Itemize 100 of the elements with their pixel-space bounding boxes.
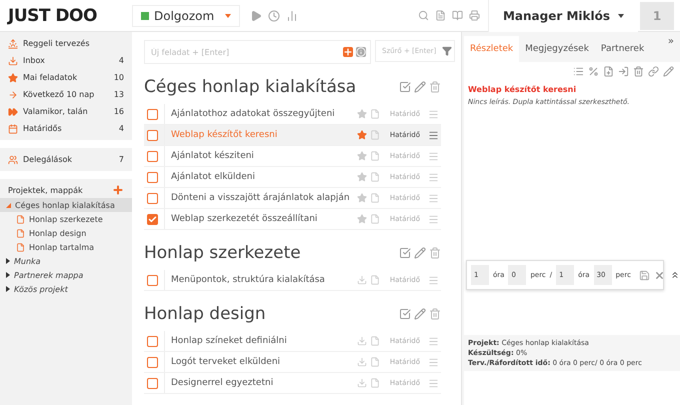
trash-icon[interactable] (429, 247, 441, 259)
note-icon[interactable] (370, 151, 380, 161)
link-icon[interactable] (648, 66, 659, 77)
project-item[interactable]: Közös projekt (0, 282, 132, 296)
list-title: Honlap szerkezete (144, 243, 301, 263)
menu-icon[interactable] (428, 130, 439, 140)
percent-icon[interactable] (588, 66, 599, 77)
project-item[interactable]: Partnerek mappa (0, 268, 132, 282)
item-count: 10 (114, 73, 124, 82)
item-count: 16 (114, 107, 124, 116)
item-count: 7 (118, 155, 124, 164)
item-count: 4 (118, 56, 124, 65)
task-checkbox[interactable] (147, 214, 158, 224)
inbox-icon[interactable] (356, 378, 367, 388)
search-icon[interactable] (418, 10, 429, 21)
folder-item[interactable]: Honlap tartalma (0, 240, 132, 254)
user-menu[interactable]: Manager Miklós (488, 0, 638, 32)
expand-button[interactable]: » (668, 36, 674, 47)
note-icon[interactable] (370, 109, 380, 119)
task-checkbox[interactable] (147, 356, 158, 368)
info-icon[interactable] (356, 47, 366, 57)
star-icon[interactable] (356, 193, 367, 203)
printer-icon[interactable] (468, 10, 480, 21)
save-icon[interactable] (638, 270, 650, 280)
task-checkbox[interactable] (147, 150, 158, 162)
sidebar-item[interactable]: Inbox 4 (0, 52, 132, 69)
section-title: Projektek, mappák (8, 186, 83, 194)
task-checkbox[interactable] (147, 192, 158, 204)
sidebar-item[interactable]: Mai feladatok 10 (0, 69, 132, 86)
tab[interactable]: Megjegyzések (519, 36, 595, 62)
play-icon[interactable] (250, 10, 262, 22)
star-icon[interactable] (356, 130, 367, 140)
task-checkbox[interactable] (147, 274, 158, 286)
fast-forward-icon (8, 106, 18, 116)
list-title: Céges honlap kialakítása (144, 77, 356, 97)
folder-item[interactable]: Honlap szerkezete (0, 212, 132, 226)
note-icon[interactable] (370, 357, 380, 367)
project-item[interactable]: Munka (0, 254, 132, 268)
task-checkbox[interactable] (147, 172, 158, 182)
sidebar-item[interactable]: Következő 10 nap 13 (0, 86, 132, 103)
inbox-icon (8, 56, 18, 66)
trash-icon[interactable] (633, 66, 644, 77)
tab[interactable]: Partnerek (594, 36, 650, 62)
star-icon[interactable] (356, 172, 367, 182)
note-icon[interactable] (370, 193, 380, 203)
logo: JUST DOO (6, 6, 98, 26)
inbox-icon[interactable] (356, 336, 367, 346)
sidebar-item[interactable]: Határidős 4 (0, 120, 132, 137)
inbox-icon[interactable] (356, 357, 367, 367)
star-icon[interactable] (356, 109, 367, 119)
inbox-icon[interactable] (356, 275, 367, 285)
sidebar-item[interactable]: Valamikor, talán 16 (0, 103, 132, 120)
filter-icon[interactable] (442, 46, 452, 56)
book-icon[interactable] (452, 10, 463, 21)
add-icon[interactable] (112, 184, 124, 196)
trash-icon[interactable] (429, 81, 441, 93)
note-icon[interactable] (370, 336, 380, 346)
pencil-icon[interactable] (414, 81, 426, 93)
list-icon[interactable] (573, 66, 584, 77)
pencil-icon[interactable] (414, 308, 426, 320)
task-checkbox[interactable] (147, 108, 158, 120)
move-icon[interactable] (618, 66, 629, 77)
add-icon[interactable] (343, 47, 353, 57)
star-icon[interactable] (356, 214, 367, 224)
task-checkbox[interactable] (147, 336, 158, 346)
sunrise-icon (8, 38, 18, 48)
folder-icon (16, 228, 25, 238)
sidebar-item[interactable]: Reggeli tervezés (0, 35, 132, 52)
pencil-icon[interactable] (663, 66, 674, 77)
pencil-icon[interactable] (414, 247, 426, 259)
note-icon[interactable] (370, 214, 380, 224)
note-icon[interactable] (370, 172, 380, 182)
arrow-icon (8, 90, 18, 100)
close-icon[interactable] (654, 270, 665, 280)
star-icon[interactable] (356, 151, 367, 161)
document-icon[interactable] (434, 10, 446, 21)
trash-icon[interactable] (429, 308, 441, 320)
add-file-icon[interactable] (603, 66, 614, 77)
task-checkbox[interactable] (147, 130, 158, 140)
check-icon[interactable] (399, 247, 411, 259)
sidebar-item[interactable]: Delegálások 7 (0, 151, 132, 168)
expand-icon (6, 258, 10, 264)
note-icon[interactable] (370, 275, 380, 285)
bar-chart-icon[interactable] (286, 10, 298, 22)
task-checkbox[interactable] (147, 378, 158, 388)
people-icon (8, 154, 18, 164)
item-count: 13 (114, 90, 124, 99)
expand-icon (6, 202, 11, 208)
star-icon (8, 72, 18, 82)
status-dropdown[interactable]: Dolgozom (132, 4, 240, 26)
folder-item[interactable]: Honlap design (0, 226, 132, 240)
check-icon[interactable] (399, 81, 411, 93)
note-icon[interactable] (370, 378, 380, 388)
clock-icon[interactable] (268, 10, 280, 22)
collapse-icon[interactable] (670, 270, 680, 280)
folder-icon (16, 242, 25, 252)
check-icon[interactable] (399, 308, 411, 320)
project-item[interactable]: Céges honlap kialakítása (0, 198, 132, 212)
folder-icon (16, 214, 25, 224)
note-icon[interactable] (370, 130, 380, 140)
